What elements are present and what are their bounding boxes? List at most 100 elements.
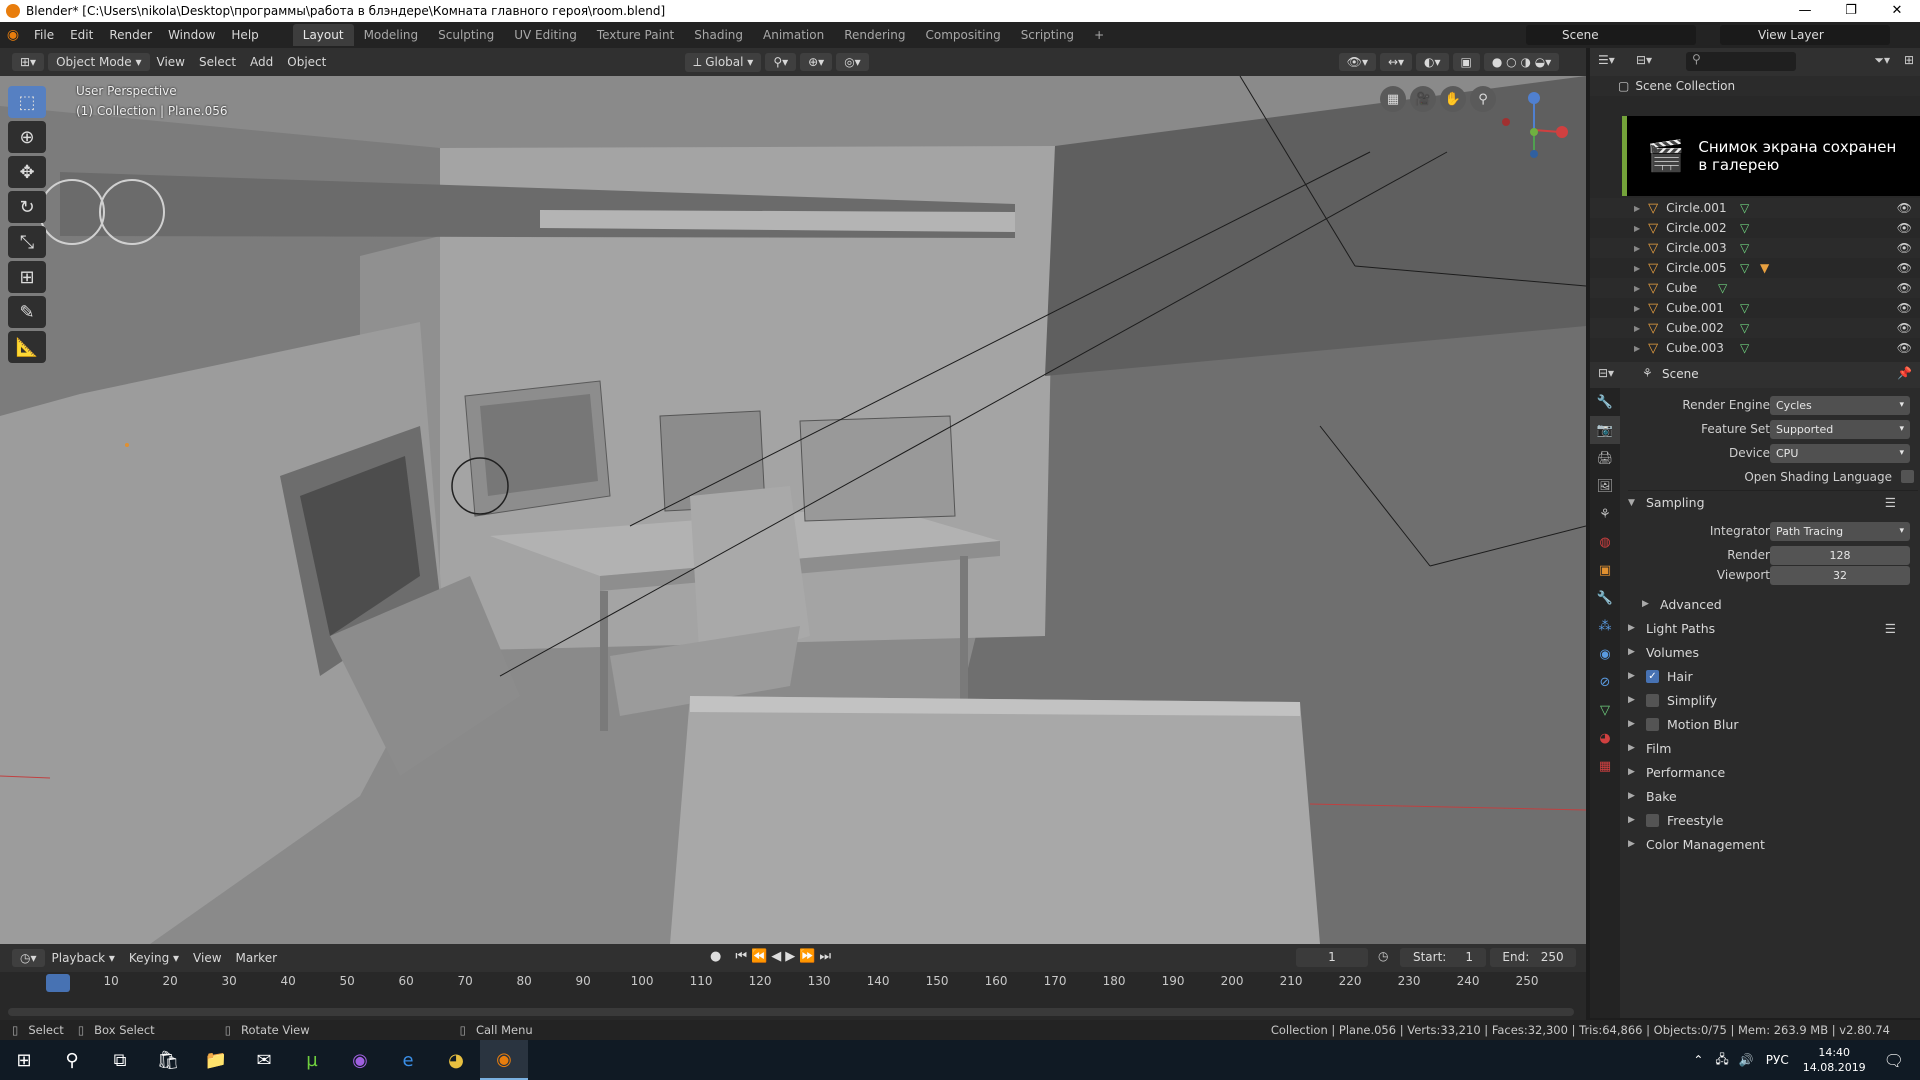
tab-rendering[interactable]: Rendering: [834, 24, 915, 46]
store-icon[interactable]: 🛍: [144, 1040, 192, 1080]
menu-edit[interactable]: Edit: [62, 28, 101, 42]
mesh-data-icon[interactable]: ▽: [1718, 281, 1727, 295]
panel-enable-checkbox[interactable]: [1646, 813, 1659, 827]
visibility-eye-icon[interactable]: 👁: [1897, 301, 1912, 315]
shading-solid-icon[interactable]: ● ○ ◑ ◒▾: [1483, 53, 1560, 71]
menu-help[interactable]: Help: [223, 28, 266, 42]
minimize-button[interactable]: —: [1782, 0, 1828, 22]
panel-bake[interactable]: ▶ Bake: [1628, 784, 1918, 808]
end-frame-field[interactable]: End: 250: [1490, 948, 1576, 967]
panel-color-management[interactable]: ▶ Color Management: [1628, 832, 1918, 856]
outliner-item[interactable]: ▶ ▽ Circle.001 ▽ 👁: [1590, 198, 1920, 218]
pan-view-icon[interactable]: ✋: [1440, 86, 1466, 112]
viewport-samples-field[interactable]: 32: [1770, 565, 1910, 585]
jump-end-icon[interactable]: ⏭: [819, 949, 831, 964]
mesh-data-icon[interactable]: ▽: [1740, 201, 1749, 215]
mesh-data-icon[interactable]: ▽: [1740, 261, 1749, 275]
tab-shading[interactable]: Shading: [684, 24, 753, 46]
timeline-scrollbar[interactable]: [8, 1008, 1574, 1016]
new-collection-icon[interactable]: ⊞: [1904, 53, 1914, 67]
menu-window[interactable]: Window: [160, 28, 223, 42]
tab-modeling[interactable]: Modeling: [354, 24, 429, 46]
menu-view[interactable]: View: [150, 55, 192, 69]
outliner-item[interactable]: ▶ ▽ Circle.005 ▽ ▼ 👁: [1590, 258, 1920, 278]
menu-select[interactable]: Select: [192, 55, 243, 69]
grid-view-icon[interactable]: ▦: [1380, 86, 1406, 112]
panel-simplify[interactable]: ▶ Simplify: [1628, 688, 1918, 712]
tab-layout[interactable]: Layout: [292, 24, 354, 46]
presets-list-icon[interactable]: ☰: [1885, 495, 1896, 510]
expand-arrow-icon[interactable]: ▶: [1634, 204, 1640, 213]
prev-keyframe-icon[interactable]: ⏪: [751, 949, 767, 964]
outliner-item[interactable]: ▶ ▽ Circle.002 ▽ 👁: [1590, 218, 1920, 238]
scene-collection-row[interactable]: ▢ Scene Collection: [1590, 76, 1920, 96]
panel-freestyle[interactable]: ▶ Freestyle: [1628, 808, 1918, 832]
blender-menu-icon[interactable]: ◉: [0, 27, 26, 43]
expand-arrow-icon[interactable]: ▶: [1634, 264, 1640, 273]
object-tab-icon[interactable]: ▣: [1590, 556, 1620, 584]
network-icon[interactable]: 🖧: [1715, 1050, 1728, 1071]
panel-performance[interactable]: ▶ Performance: [1628, 760, 1918, 784]
outliner-editor-icon[interactable]: ☰▾: [1598, 53, 1615, 67]
modifier-tab-icon[interactable]: 🔧: [1590, 584, 1620, 612]
visibility-eye-icon[interactable]: 👁: [1897, 341, 1912, 355]
panel-film[interactable]: ▶ Film: [1628, 736, 1918, 760]
menu-marker[interactable]: Marker: [229, 951, 284, 965]
constraints-tab-icon[interactable]: ⊘: [1590, 668, 1620, 696]
panel-light-paths[interactable]: ▶ Light Paths ☰: [1628, 616, 1918, 640]
mode-selector[interactable]: Object Mode ▾: [48, 53, 150, 71]
visibility-eye-icon[interactable]: 👁: [1897, 221, 1912, 235]
editor-type-icon[interactable]: ⊞▾: [12, 53, 45, 71]
select-box-tool-icon[interactable]: ⬚: [8, 86, 46, 118]
windows-start-icon[interactable]: ⊞: [0, 1040, 48, 1080]
visibility-eye-icon[interactable]: 👁: [1897, 281, 1912, 295]
panel-volumes[interactable]: ▶ Volumes: [1628, 640, 1918, 664]
outliner-item[interactable]: ▶ ▽ Cube.003 ▽ 👁: [1590, 338, 1920, 358]
visibility-eye-icon[interactable]: 👁: [1897, 241, 1912, 255]
utorrent-icon[interactable]: µ: [288, 1040, 336, 1080]
pivot-icon[interactable]: ⚲▾: [765, 53, 797, 71]
jump-start-icon[interactable]: ⏮: [735, 949, 747, 964]
play-icon[interactable]: ▶: [785, 949, 795, 964]
render-engine-dropdown[interactable]: Cycles ▾: [1770, 395, 1910, 415]
cursor-tool-icon[interactable]: ⊕: [8, 121, 46, 153]
blender-taskbar-icon[interactable]: ◉: [480, 1040, 528, 1080]
visibility-eye-icon[interactable]: 👁: [1897, 321, 1912, 335]
proportional-edit-icon[interactable]: ◎▾: [836, 53, 869, 71]
start-frame-field[interactable]: Start: 1: [1400, 948, 1486, 967]
tool-tab-icon[interactable]: 🔧: [1590, 388, 1620, 416]
tab-uv-editing[interactable]: UV Editing: [504, 24, 587, 46]
render-samples-field[interactable]: 128: [1770, 545, 1910, 565]
file-explorer-icon[interactable]: 📁: [192, 1040, 240, 1080]
world-tab-icon[interactable]: ◍: [1590, 528, 1620, 556]
visibility-eye-icon[interactable]: 👁: [1897, 261, 1912, 275]
scene-selector[interactable]: Scene: [1526, 25, 1696, 45]
tab-animation[interactable]: Animation: [753, 24, 834, 46]
next-keyframe-icon[interactable]: ⏩: [799, 949, 815, 964]
expand-arrow-icon[interactable]: ▶: [1634, 244, 1640, 253]
outliner-item[interactable]: ▶ ▽ Cube ▽ 👁: [1590, 278, 1920, 298]
mesh-data-icon[interactable]: ▽: [1740, 221, 1749, 235]
expand-arrow-icon[interactable]: ▶: [1634, 224, 1640, 233]
scale-tool-icon[interactable]: ⤡: [8, 226, 46, 258]
expand-arrow-icon[interactable]: ▶: [1634, 324, 1640, 333]
menu-file[interactable]: File: [26, 28, 62, 42]
light-paths-presets-icon[interactable]: ☰: [1885, 621, 1896, 636]
mail-icon[interactable]: ✉: [240, 1040, 288, 1080]
menu-render[interactable]: Render: [101, 28, 160, 42]
visibility-eye-icon[interactable]: 👁: [1897, 201, 1912, 215]
pin-icon[interactable]: 📌: [1897, 366, 1912, 380]
outliner-item[interactable]: ▶ ▽ Cube.002 ▽ 👁: [1590, 318, 1920, 338]
transform-tool-icon[interactable]: ⊞: [8, 261, 46, 293]
mesh-data-icon[interactable]: ▽: [1740, 241, 1749, 255]
display-mode-icon[interactable]: ⊟▾: [1636, 53, 1652, 67]
view-layer-tab-icon[interactable]: 🖼: [1590, 472, 1620, 500]
gizmo-icon[interactable]: ↔▾: [1379, 53, 1413, 71]
filter-icon[interactable]: ⏷▾: [1874, 53, 1890, 68]
panel-motion-blur[interactable]: ▶ Motion Blur: [1628, 712, 1918, 736]
overlays-icon[interactable]: ◐▾: [1416, 53, 1449, 71]
move-tool-icon[interactable]: ✥: [8, 156, 46, 188]
mesh-data-icon[interactable]: ▽: [1740, 301, 1749, 315]
panel-enable-checkbox[interactable]: [1646, 693, 1659, 707]
tab-compositing[interactable]: Compositing: [915, 24, 1010, 46]
